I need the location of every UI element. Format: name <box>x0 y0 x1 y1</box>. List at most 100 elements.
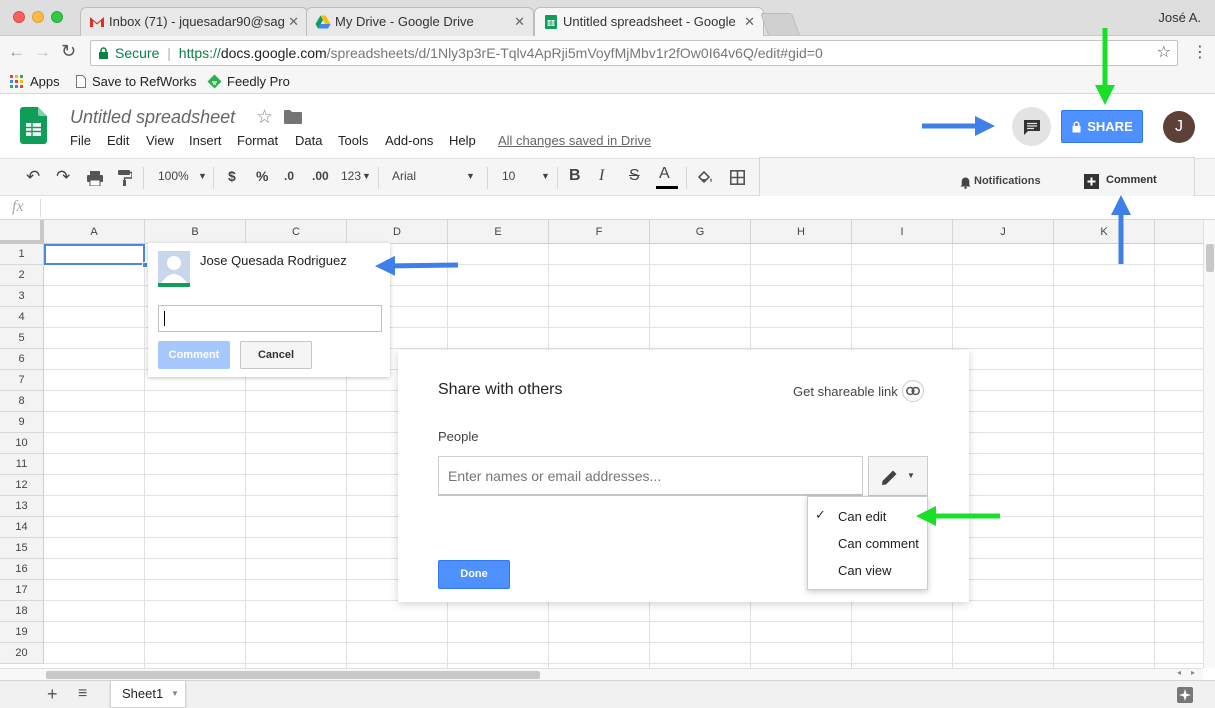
row-header[interactable]: 8 <box>0 391 44 412</box>
close-tab-icon[interactable]: ✕ <box>744 8 755 35</box>
link-icon[interactable] <box>902 380 924 402</box>
maximize-window-icon[interactable] <box>51 11 63 23</box>
row-header[interactable]: 9 <box>0 412 44 433</box>
comments-button[interactable] <box>1012 107 1051 146</box>
row-header[interactable]: 2 <box>0 265 44 286</box>
back-icon[interactable]: ← <box>8 42 25 62</box>
chevron-down-icon[interactable]: ▼ <box>198 171 207 181</box>
permission-can-comment[interactable]: Can comment <box>838 536 919 551</box>
sheets-logo-icon[interactable] <box>20 107 47 144</box>
row-header[interactable]: 6 <box>0 349 44 370</box>
text-color-button[interactable]: A <box>659 165 670 183</box>
row-header[interactable]: 13 <box>0 496 44 517</box>
save-status[interactable]: All changes saved in Drive <box>498 133 651 148</box>
all-sheets-icon[interactable]: ≡ <box>78 685 87 703</box>
browser-tab-sheets[interactable]: Untitled spreadsheet - Google ✕ <box>534 7 764 37</box>
row-header[interactable]: 12 <box>0 475 44 496</box>
bookmark-refworks[interactable]: Save to RefWorks <box>92 74 197 89</box>
close-tab-icon[interactable]: ✕ <box>514 8 525 35</box>
formula-input[interactable] <box>44 196 1204 219</box>
strikethrough-button[interactable]: S <box>629 167 640 185</box>
permission-can-edit[interactable]: Can edit <box>838 509 886 524</box>
column-header[interactable]: G <box>650 220 751 244</box>
column-header[interactable] <box>1155 220 1203 244</box>
increase-decimal-button[interactable]: .00 <box>312 169 329 183</box>
star-icon[interactable]: ☆ <box>256 106 273 129</box>
horizontal-scrollbar[interactable]: ◂ ▸ <box>0 668 1203 680</box>
menu-format[interactable]: Format <box>237 133 278 148</box>
browser-tab-drive[interactable]: My Drive - Google Drive ✕ <box>306 7 534 36</box>
decrease-decimal-button[interactable]: .0 <box>284 169 294 183</box>
bold-button[interactable]: B <box>569 167 581 185</box>
row-header[interactable]: 14 <box>0 517 44 538</box>
menu-tools[interactable]: Tools <box>338 133 368 148</box>
row-header[interactable]: 15 <box>0 538 44 559</box>
fill-color-icon[interactable] <box>697 170 714 186</box>
profile-name[interactable]: José A. <box>1158 10 1201 25</box>
row-header[interactable]: 3 <box>0 286 44 307</box>
menu-file[interactable]: File <box>70 133 91 148</box>
vertical-scrollbar[interactable] <box>1203 220 1215 668</box>
borders-icon[interactable] <box>730 170 745 185</box>
close-tab-icon[interactable]: ✕ <box>288 8 299 35</box>
forward-icon[interactable]: → <box>34 42 51 62</box>
column-header[interactable]: J <box>953 220 1054 244</box>
row-header[interactable]: 20 <box>0 643 44 664</box>
row-header[interactable]: 17 <box>0 580 44 601</box>
chevron-down-icon[interactable]: ▼ <box>466 171 475 181</box>
more-formats-button[interactable]: 123 <box>341 169 361 183</box>
vertical-scroll-thumb[interactable] <box>1206 244 1214 272</box>
document-title[interactable]: Untitled spreadsheet <box>70 107 235 128</box>
get-shareable-link[interactable]: Get shareable link <box>793 384 898 399</box>
column-header[interactable]: F <box>549 220 650 244</box>
bookmark-feedly[interactable]: Feedly Pro <box>227 74 290 89</box>
row-header[interactable]: 18 <box>0 601 44 622</box>
add-comment-button[interactable]: Comment <box>1106 174 1157 186</box>
menu-view[interactable]: View <box>146 133 174 148</box>
minimize-window-icon[interactable] <box>32 11 44 23</box>
paint-format-icon[interactable] <box>118 170 132 186</box>
column-header[interactable]: C <box>246 220 347 244</box>
add-sheet-icon[interactable]: + <box>47 684 58 705</box>
browser-menu-icon[interactable]: ⋮ <box>1192 42 1208 62</box>
address-bar[interactable]: Secure | https://docs.google.com/spreads… <box>90 40 1178 66</box>
reload-icon[interactable]: ↻ <box>61 41 76 62</box>
menu-data[interactable]: Data <box>295 133 322 148</box>
column-header[interactable]: D <box>347 220 448 244</box>
menu-edit[interactable]: Edit <box>107 133 129 148</box>
avatar[interactable]: J <box>1163 111 1195 143</box>
row-header[interactable]: 1 <box>0 244 44 265</box>
italic-button[interactable]: I <box>599 167 604 185</box>
column-header[interactable]: E <box>448 220 549 244</box>
zoom-select[interactable]: 100% <box>158 169 189 183</box>
bookmark-star-icon[interactable]: ☆ <box>1157 41 1171 65</box>
chevron-down-icon[interactable]: ▼ <box>171 689 179 698</box>
column-header[interactable]: I <box>852 220 953 244</box>
print-icon[interactable] <box>87 171 103 186</box>
explore-button[interactable] <box>1177 687 1193 703</box>
menu-help[interactable]: Help <box>449 133 476 148</box>
comment-input[interactable] <box>158 305 382 332</box>
column-header[interactable]: B <box>145 220 246 244</box>
row-header[interactable]: 10 <box>0 433 44 454</box>
close-window-icon[interactable] <box>13 11 25 23</box>
font-family-select[interactable]: Arial <box>392 169 416 183</box>
currency-button[interactable]: $ <box>228 168 236 184</box>
redo-icon[interactable]: ↷ <box>56 167 70 187</box>
notifications-button[interactable]: Notifications <box>974 175 1041 187</box>
permission-can-view[interactable]: Can view <box>838 563 891 578</box>
comment-cancel-button[interactable]: Cancel <box>240 341 312 369</box>
column-header[interactable]: K <box>1054 220 1155 244</box>
column-header[interactable]: A <box>44 220 145 244</box>
row-header[interactable]: 7 <box>0 370 44 391</box>
sheet-tab-sheet1[interactable]: Sheet1 ▼ <box>110 681 186 708</box>
folder-icon[interactable] <box>284 110 302 124</box>
browser-tab-gmail[interactable]: Inbox (71) - jquesadar90@sag ✕ <box>80 7 308 36</box>
scroll-left-icon[interactable]: ◂ <box>1177 668 1181 677</box>
row-header[interactable]: 4 <box>0 307 44 328</box>
selected-cell-a1[interactable] <box>44 244 145 265</box>
row-header[interactable]: 5 <box>0 328 44 349</box>
people-input[interactable]: Enter names or email addresses... <box>438 456 863 496</box>
column-header[interactable]: H <box>751 220 852 244</box>
bookmark-apps[interactable]: Apps <box>30 74 60 89</box>
